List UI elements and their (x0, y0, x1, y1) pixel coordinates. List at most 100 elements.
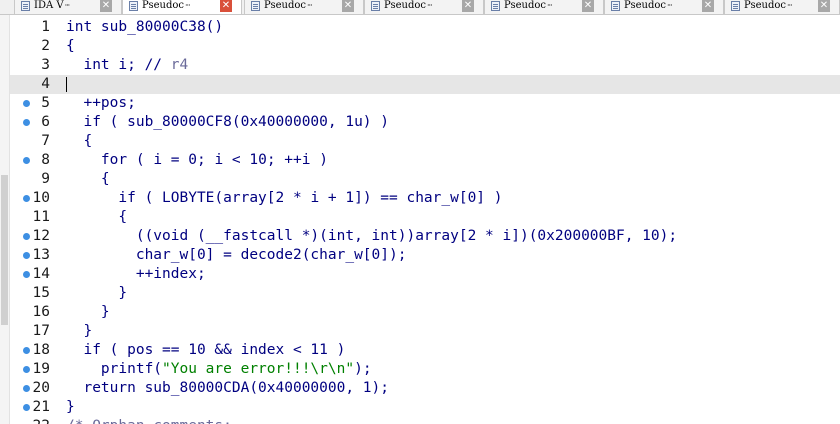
variable-token[interactable]: i (153, 152, 162, 168)
source-text: if ( LOBYTE(array[2 * i + 1]) == char_w[… (66, 189, 503, 208)
line-number: 15 (32, 285, 50, 301)
code-token: } (66, 399, 75, 415)
code-line[interactable]: 2{ (10, 37, 840, 56)
close-icon[interactable]: ✕ (342, 0, 354, 12)
source-text: if ( pos == 10 && index < 11 ) (66, 341, 345, 360)
variable-token[interactable]: i (214, 152, 223, 168)
tab-label: IDA V··· (34, 0, 70, 11)
scrollbar-thumb[interactable] (1, 175, 8, 325)
tab-pseudocode-4[interactable]: Pseudoc··· ✕ (484, 0, 604, 14)
source-text: } (66, 303, 110, 322)
tab-label: Pseudoc··· (142, 0, 191, 11)
source-text: ++index; (66, 265, 206, 284)
code-line[interactable]: 9 { (10, 170, 840, 189)
line-number: 16 (32, 304, 50, 320)
tab-pseudocode-3[interactable]: Pseudoc··· ✕ (364, 0, 484, 14)
code-token: if ( sub_80000CF8(0x40000000, 1u) ) (66, 114, 390, 130)
code-line[interactable]: 8 for ( i = 0; i < 10; ++i ) (10, 151, 840, 170)
source-text: } (66, 398, 75, 417)
line-number: 21 (32, 399, 50, 415)
line-number: 11 (32, 209, 50, 225)
code-line[interactable]: 10 if ( LOBYTE(array[2 * i + 1]) == char… (10, 189, 840, 208)
close-icon[interactable]: ✕ (100, 0, 112, 12)
line-number: 6 (41, 114, 50, 130)
code-line[interactable]: 7 { (10, 132, 840, 151)
document-icon (731, 1, 740, 11)
code-token: { (66, 171, 110, 187)
code-token: ((void (__fastcall *)(int, int))array[2 … (66, 228, 503, 244)
line-number: 8 (41, 152, 50, 168)
code-token: { (66, 38, 75, 54)
ellipsis-icon: ··· (184, 1, 191, 10)
code-line[interactable]: 19 printf("You are error!!!\r\n"); (10, 360, 840, 379)
line-number: 2 (41, 38, 50, 54)
source-text: return sub_80000CDA(0x40000000, 1); (66, 379, 389, 398)
pseudocode-view[interactable]: 1 int sub_80000C38() 2{3 int i; // r4 4 5 ++… (10, 18, 840, 424)
document-icon (21, 1, 30, 11)
source-text: for ( i = 0; i < 10; ++i ) (66, 151, 328, 170)
code-line[interactable]: 14 ++index; (10, 265, 840, 284)
code-token: ++index; (66, 266, 206, 282)
code-line[interactable]: 13 char_w[0] = decode2(char_w[0]); (10, 246, 840, 265)
source-text: } (66, 322, 92, 341)
ida-pseudocode-window: IDA V··· ✕ Pseudoc··· ✕ Pseudoc··· ✕ Pseudoc··… (0, 0, 840, 424)
document-icon (251, 1, 260, 11)
code-line[interactable]: 1 int sub_80000C38() (10, 18, 840, 37)
close-icon[interactable]: ✕ (582, 0, 594, 12)
line-number: 18 (32, 342, 50, 358)
close-icon[interactable]: ✕ (702, 0, 714, 12)
document-icon (129, 1, 138, 11)
tab-ida-view[interactable]: IDA V··· ✕ (14, 0, 122, 14)
code-line[interactable]: 6 if ( sub_80000CF8(0x40000000, 1u) ) (10, 113, 840, 132)
tab-pseudocode-5[interactable]: Pseudoc··· ✕ (604, 0, 724, 14)
code-line[interactable]: 12 ((void (__fastcall *)(int, int))array… (10, 227, 840, 246)
code-token: if ( pos == 10 && index < 11 ) (66, 342, 346, 358)
code-token: int i; // (66, 57, 171, 73)
source-text: char_w[0] = decode2(char_w[0]); (66, 246, 407, 265)
document-icon (491, 1, 500, 11)
code-line[interactable]: 17 } (10, 322, 840, 341)
close-icon[interactable]: ✕ (220, 0, 232, 12)
source-text: } (66, 284, 127, 303)
source-text: ++pos; (66, 94, 135, 113)
code-token: char_w[0] = decode2(char_w[0]); (66, 247, 407, 263)
code-comment: /* Orphan comments: (66, 418, 232, 424)
tab-pseudocode-6[interactable]: Pseudoc··· ✕ (724, 0, 840, 14)
code-line[interactable]: 22 /* Orphan comments: (10, 417, 840, 424)
tab-pseudocode-1[interactable]: Pseudoc··· ✕ (122, 0, 242, 14)
code-line[interactable]: 16 } (10, 303, 840, 322)
code-line[interactable]: 4 (10, 75, 840, 94)
variable-token[interactable]: i (310, 190, 319, 206)
code-token: int sub_80000C38() (66, 19, 224, 35)
code-line[interactable]: 11 { (10, 208, 840, 227)
source-text: if ( sub_80000CF8(0x40000000, 1u) ) (66, 113, 389, 132)
code-token: < 10; ++ (223, 152, 302, 168)
code-line[interactable]: 15 } (10, 284, 840, 303)
code-token: { (66, 133, 93, 149)
code-line[interactable]: 18 if ( pos == 10 && index < 11 ) (10, 341, 840, 360)
code-line[interactable]: 3 int i; // r4 (10, 56, 840, 75)
close-icon[interactable]: ✕ (462, 0, 474, 12)
code-line[interactable]: 21} (10, 398, 840, 417)
line-number: 3 (41, 57, 50, 73)
code-token: } (66, 285, 128, 301)
close-icon[interactable]: ✕ (818, 0, 830, 12)
line-number: 1 (41, 19, 50, 35)
code-line[interactable]: 20 return sub_80000CDA(0x40000000, 1); (10, 379, 840, 398)
tab-label: Pseudoc··· (264, 0, 313, 11)
code-token: = 0; (162, 152, 215, 168)
string-literal: "You are error!!!\r\n" (162, 361, 355, 377)
code-token: + 1]) == char_w[0] ) (319, 190, 503, 206)
tab-label: Pseudoc··· (744, 0, 793, 11)
tab-pseudocode-2[interactable]: Pseudoc··· ✕ (244, 0, 364, 14)
variable-token[interactable]: i (503, 228, 512, 244)
tab-label: Pseudoc··· (504, 0, 553, 11)
line-number: 13 (32, 247, 50, 263)
ellipsis-icon: ··· (786, 1, 793, 10)
vertical-scrollbar[interactable] (0, 15, 10, 424)
code-token: return sub_80000CDA(0x40000000, 1); (66, 380, 390, 396)
source-text: ((void (__fastcall *)(int, int))array[2 … (66, 227, 677, 246)
code-line[interactable]: 5 ++pos; (10, 94, 840, 113)
line-number: 19 (32, 361, 50, 377)
code-token: ])(0x200000BF, 10); (511, 228, 678, 244)
